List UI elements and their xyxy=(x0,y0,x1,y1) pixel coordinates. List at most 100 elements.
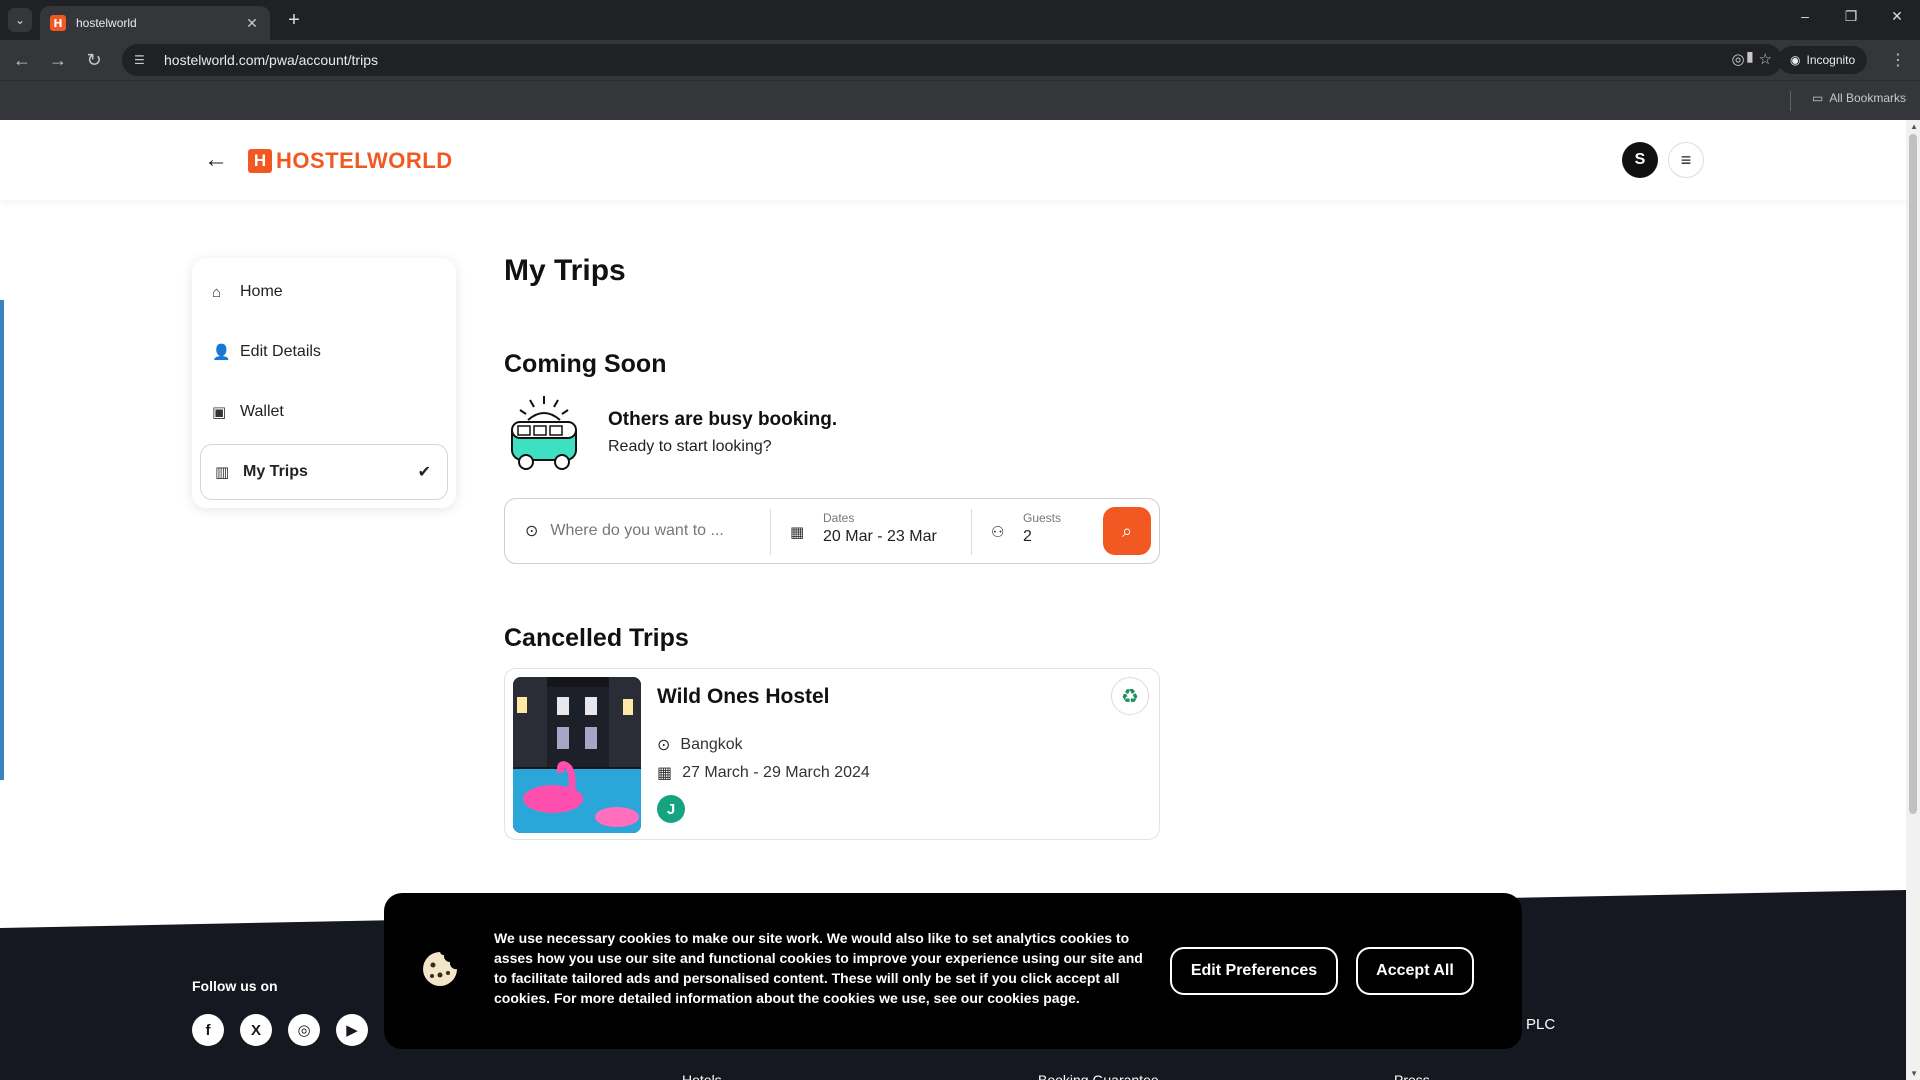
sidebar-item-label: Wallet xyxy=(240,403,284,420)
checkmark-icon: ✔ xyxy=(417,464,431,481)
trip-dates-text: 27 March - 29 March 2024 xyxy=(682,764,870,781)
browser-tab[interactable]: H hostelworld ✕ xyxy=(40,6,270,40)
sidebar-item-my-trips[interactable]: ▥ My Trips ✔ xyxy=(200,444,448,500)
trip-location: ⊙ Bangkok xyxy=(657,735,743,755)
map-icon: ▥ xyxy=(215,464,230,481)
side-panel-icon[interactable]: ▮ xyxy=(1746,48,1754,65)
follow-us-label: Follow us on xyxy=(192,978,278,994)
minimize-icon[interactable]: – xyxy=(1790,8,1820,24)
youtube-icon[interactable]: ▶ xyxy=(336,1014,368,1046)
incognito-badge[interactable]: ◉ Incognito xyxy=(1778,46,1868,74)
browser-tab-bar: ⌄ H hostelworld ✕ + – ❐ ✕ xyxy=(0,0,1920,40)
logo-mark-icon: H xyxy=(248,149,272,173)
logo-text: HOSTELWORLD xyxy=(276,148,453,173)
guests-value: 2 xyxy=(1023,528,1032,545)
dates-field[interactable]: Dates 20 Mar - 23 Mar xyxy=(823,511,937,546)
tab-title: hostelworld xyxy=(76,16,137,30)
bookmarks-bar: ▭ All Bookmarks xyxy=(0,80,1920,120)
incognito-label: Incognito xyxy=(1806,53,1856,67)
camper-van-icon xyxy=(511,396,577,470)
promo-subtext: Ready to start looking? xyxy=(608,438,772,455)
sidebar-item-home[interactable]: ⌂ Home xyxy=(212,272,442,312)
footer-link-booking-guarantee[interactable]: Booking Guarantee xyxy=(1038,1072,1159,1080)
edit-preferences-button[interactable]: Edit Preferences xyxy=(1170,947,1338,995)
facebook-icon[interactable]: f xyxy=(192,1014,224,1046)
scroll-up-icon[interactable]: ▲ xyxy=(1910,122,1918,131)
all-bookmarks-label: All Bookmarks xyxy=(1829,91,1906,105)
search-bar: ⊙ Where do you want to ... ▦ Dates 20 Ma… xyxy=(504,498,1160,564)
bookmark-star-icon[interactable]: ☆ xyxy=(1759,50,1772,68)
trip-card[interactable]: Wild Ones Hostel ⊙ Bangkok ▦ 27 March - … xyxy=(504,668,1160,840)
location-pin-icon: ⊙ xyxy=(657,737,671,754)
search-divider xyxy=(971,509,972,555)
cookie-message: We use necessary cookies to make our sit… xyxy=(494,930,1143,1006)
trip-location-text: Bangkok xyxy=(680,736,743,753)
page-viewport: ← H HOSTELWORLD S ≡ ⌂ Home 👤 Edit Detail… xyxy=(0,120,1920,1080)
dates-value: 20 Mar - 23 Mar xyxy=(823,528,937,545)
window-close-icon[interactable]: ✕ xyxy=(1882,8,1912,25)
incognito-icon: ◉ xyxy=(1790,53,1801,67)
site-header: ← H HOSTELWORLD S ≡ xyxy=(0,120,1906,200)
folder-icon: ▭ xyxy=(1811,91,1824,105)
browser-toolbar: ← → ↻ ☰ hostelworld.com/pwa/account/trip… xyxy=(0,40,1920,80)
page-title: My Trips xyxy=(504,254,626,287)
coming-soon-heading: Coming Soon xyxy=(504,350,667,378)
destination-input[interactable]: ⊙ Where do you want to ... xyxy=(525,499,765,563)
browser-menu-icon[interactable]: ⋮ xyxy=(1890,50,1906,70)
sidebar-item-wallet[interactable]: ▣ Wallet xyxy=(212,392,442,432)
footer-link-hotels[interactable]: Hotels xyxy=(682,1072,722,1080)
account-sidebar: ⌂ Home 👤 Edit Details ▣ Wallet ▥ My Trip… xyxy=(192,258,456,508)
destination-placeholder: Where do you want to ... xyxy=(550,522,724,539)
guests-label: Guests xyxy=(1023,511,1062,525)
forward-icon[interactable]: → xyxy=(46,48,70,72)
restore-icon[interactable]: ❐ xyxy=(1836,8,1866,25)
x-twitter-icon[interactable]: X xyxy=(240,1014,272,1046)
site-info-icon[interactable]: ☰ xyxy=(134,53,154,67)
reload-icon[interactable]: ↻ xyxy=(82,48,106,72)
wallet-icon: ▣ xyxy=(212,404,227,421)
all-bookmarks[interactable]: ▭ All Bookmarks xyxy=(1812,91,1906,105)
home-icon: ⌂ xyxy=(212,283,222,301)
cookie-banner: We use necessary cookies to make our sit… xyxy=(384,893,1522,1049)
traveller-badge: J xyxy=(657,795,685,823)
tab-search-chevron-icon[interactable]: ⌄ xyxy=(8,8,32,32)
scroll-thumb[interactable] xyxy=(1909,134,1917,814)
guests-icon: ⚇ xyxy=(991,524,1005,541)
address-url: hostelworld.com/pwa/account/trips xyxy=(164,52,378,68)
trip-dates: ▦ 27 March - 29 March 2024 xyxy=(657,763,870,783)
avatar[interactable]: S xyxy=(1622,142,1658,178)
guests-field[interactable]: Guests 2 xyxy=(1023,511,1061,546)
accept-all-button[interactable]: Accept All xyxy=(1356,947,1474,995)
hamburger-menu-icon[interactable]: ≡ xyxy=(1668,142,1704,178)
hostelworld-favicon-icon: H xyxy=(50,15,66,31)
footer-company-text: PLC xyxy=(1526,1016,1556,1033)
cancelled-trips-heading: Cancelled Trips xyxy=(504,624,689,652)
back-icon[interactable]: ← xyxy=(10,48,34,72)
scroll-down-icon[interactable]: ▼ xyxy=(1910,1069,1918,1078)
eye-off-icon[interactable]: ◎ xyxy=(1731,50,1744,68)
address-bar[interactable]: ☰ hostelworld.com/pwa/account/trips ◎ ☆ xyxy=(122,44,1782,76)
search-divider xyxy=(770,509,771,555)
sidebar-item-label: Edit Details xyxy=(240,343,321,360)
footer-link-press[interactable]: Press xyxy=(1394,1072,1430,1080)
calendar-icon: ▦ xyxy=(790,524,805,541)
sidebar-item-edit-details[interactable]: 👤 Edit Details xyxy=(212,332,442,372)
search-button[interactable]: ⌕ xyxy=(1103,507,1151,555)
back-arrow-icon[interactable]: ← xyxy=(204,146,228,174)
tab-close-icon[interactable]: ✕ xyxy=(244,15,260,32)
page-scrollbar[interactable]: ▲ ▼ xyxy=(1906,120,1920,1080)
location-pin-icon: ⊙ xyxy=(525,523,539,540)
dates-label: Dates xyxy=(823,511,855,525)
hostel-name[interactable]: Wild Ones Hostel xyxy=(657,685,830,709)
bookmarks-divider xyxy=(1790,91,1791,111)
new-tab-plus-icon[interactable]: + xyxy=(282,8,306,32)
cookie-icon xyxy=(423,952,457,986)
sidebar-item-label: My Trips xyxy=(243,463,308,480)
hostelworld-logo[interactable]: H HOSTELWORLD xyxy=(248,148,453,174)
user-icon: 👤 xyxy=(212,344,231,361)
search-icon: ⌕ xyxy=(1121,520,1133,541)
instagram-icon[interactable]: ◎ xyxy=(288,1014,320,1046)
sustainability-leaf-icon[interactable]: ♻ xyxy=(1111,677,1149,715)
left-accent-bar xyxy=(0,300,4,780)
hostel-photo xyxy=(513,677,641,833)
